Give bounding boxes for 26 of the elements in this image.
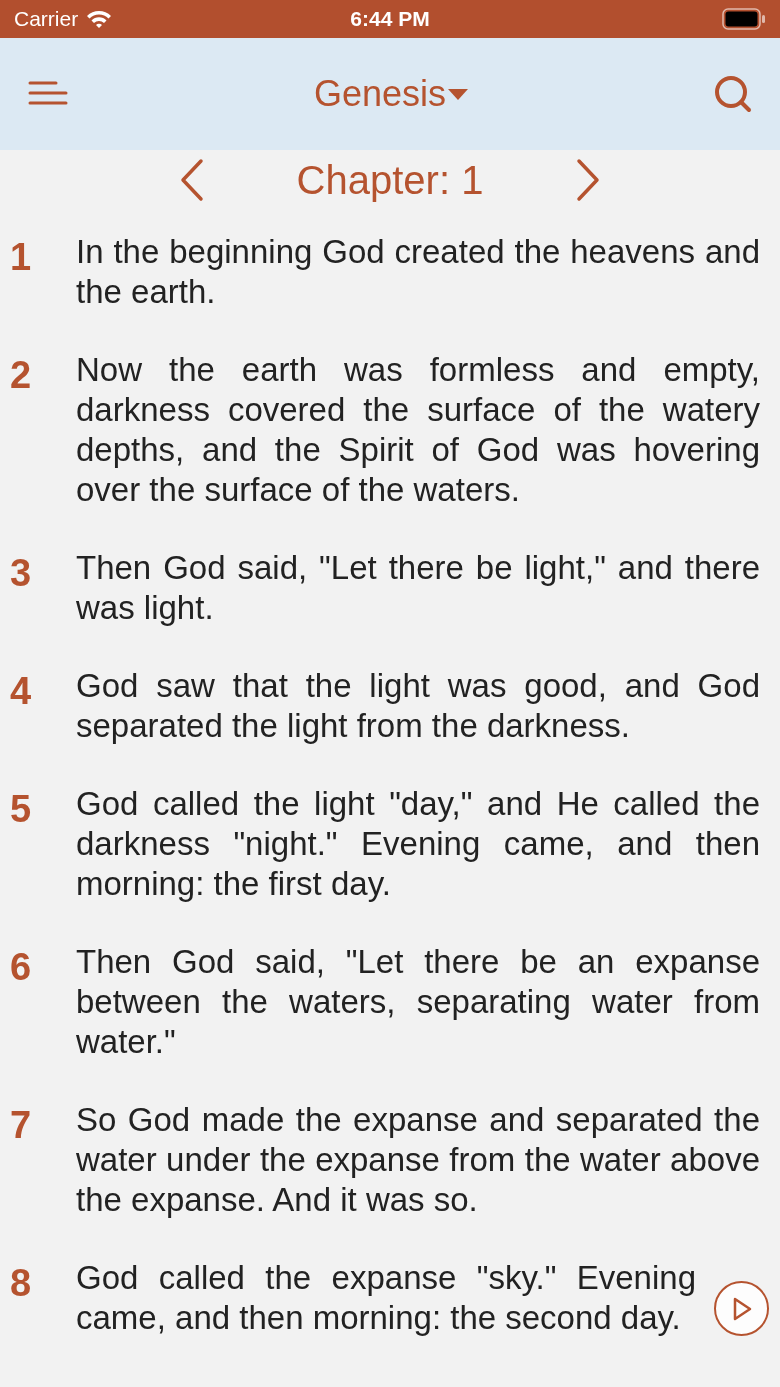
verse-number: 8: [10, 1261, 33, 1306]
play-button[interactable]: [714, 1281, 769, 1336]
verse-text: God called the expanse "sky." Evening came, and then morning: the second day.: [76, 1258, 696, 1338]
verse-text: Now the earth was formless and empty, darkness covered the surface of the watery depths, and the Spirit of God was hovering over the surface of the waters.: [76, 350, 760, 510]
verse-number: 4: [10, 669, 33, 714]
verse-text: In the beginning God created the heavens and the earth.: [76, 232, 760, 312]
verse-text: God called the light "day," and He called the darkness "night." Evening came, and then morning: the first day.: [76, 784, 760, 904]
menu-button[interactable]: [28, 80, 68, 108]
verse-number: 3: [10, 551, 33, 596]
verse-text: So God made the expanse and separated the water under the expanse from the water above the expanse. And it was so.: [76, 1100, 760, 1220]
verse-number: 5: [10, 787, 33, 832]
chapter-label: Chapter: 1: [296, 157, 484, 203]
verse-number: 2: [10, 353, 33, 398]
verse-text: God saw that the light was good, and God separated the light from the darkness.: [76, 666, 760, 746]
verse-number: 7: [10, 1103, 33, 1148]
battery-icon: [722, 8, 766, 30]
verse-number: 1: [10, 235, 33, 280]
verse-text: Then God said, "Let there be light," and there was light.: [76, 548, 760, 628]
verse-number: 6: [10, 945, 33, 990]
carrier-label: Carrier: [14, 7, 79, 31]
wifi-icon: [86, 9, 113, 29]
verse-text: Then God said, "Let there be an expanse between the waters, separating water from water.": [76, 942, 760, 1062]
caret-icon: [448, 87, 469, 101]
search-button[interactable]: [714, 75, 752, 113]
clock: 6:44 PM: [350, 7, 430, 31]
book-selector[interactable]: Genesis: [313, 73, 469, 115]
